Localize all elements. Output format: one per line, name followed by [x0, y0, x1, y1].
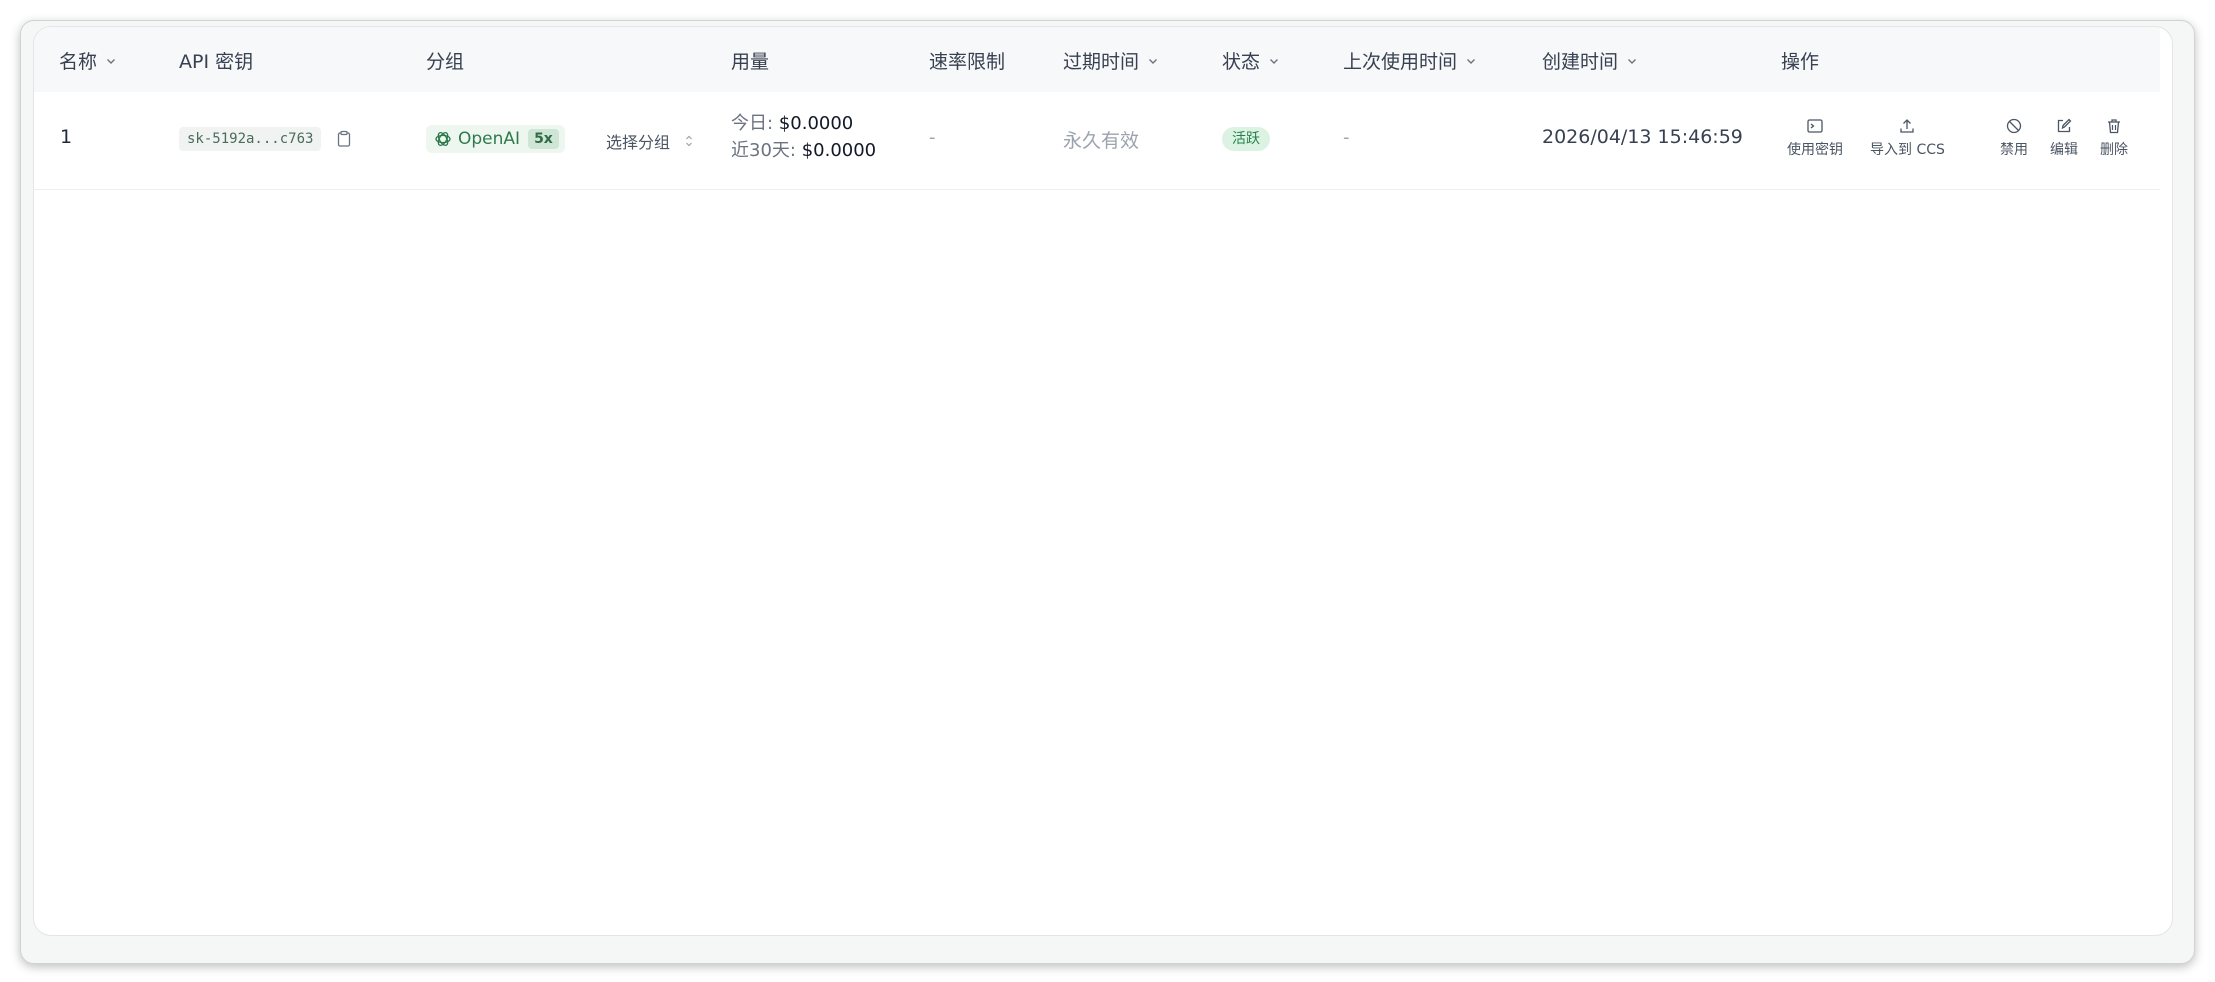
upload-icon	[1898, 117, 1916, 139]
use-key-label: 使用密钥	[1787, 142, 1843, 158]
usage-30d-label: 近30天:	[731, 140, 796, 161]
header-last-used[interactable]: 上次使用时间	[1343, 47, 1477, 74]
usage-30d-value: $0.0000	[801, 140, 877, 161]
delete-button[interactable]: 删除	[2100, 117, 2128, 159]
header-actions-label: 操作	[1781, 51, 1820, 73]
header-created-label: 创建时间	[1542, 51, 1619, 73]
openai-logo-icon	[434, 130, 452, 148]
group-chip: OpenAI 5x	[426, 125, 565, 153]
header-usage-label: 用量	[731, 51, 770, 73]
chevron-down-icon	[1147, 55, 1159, 67]
usage-today: 今日: $0.0000	[731, 110, 876, 137]
import-ccs-button[interactable]: 导入到 CCS	[1870, 117, 1945, 159]
table-header: 名称 API 密钥 分组 用量 速率限制 过期时间 状态 上次使用时间 创建时间…	[34, 27, 2160, 92]
header-rate-limit: 速率限制	[929, 47, 1005, 74]
last-used-value: -	[1343, 127, 1350, 148]
edit-button[interactable]: 编辑	[2050, 117, 2078, 159]
header-usage: 用量	[731, 47, 769, 74]
trash-icon	[2105, 117, 2123, 139]
usage-today-value: $0.0000	[778, 113, 854, 134]
header-name[interactable]: 名称	[59, 47, 117, 74]
table-row: 1 sk-5192a...c763 OpenAI 5x 选择分组 今日: $0.…	[34, 92, 2160, 190]
created-value: 2026/04/13 15:46:59	[1542, 126, 1743, 148]
import-ccs-label: 导入到 CCS	[1870, 142, 1945, 158]
api-key-value: sk-5192a...c763	[179, 127, 322, 151]
expires-value: 永久有效	[1063, 130, 1140, 152]
header-api-key: API 密钥	[179, 47, 253, 74]
header-last-used-label: 上次使用时间	[1343, 51, 1458, 73]
header-group-label: 分组	[426, 51, 465, 73]
header-expires[interactable]: 过期时间	[1063, 47, 1159, 74]
window-frame: 名称 API 密钥 分组 用量 速率限制 过期时间 状态 上次使用时间 创建时间…	[20, 20, 2195, 964]
usage-cell: 今日: $0.0000 近30天: $0.0000	[731, 110, 876, 164]
edit-icon	[2055, 117, 2073, 139]
chevron-down-icon	[1465, 55, 1477, 67]
header-rate-limit-label: 速率限制	[929, 51, 1006, 73]
disable-button[interactable]: 禁用	[2000, 117, 2028, 159]
rate-limit-value: -	[929, 127, 936, 148]
usage-today-label: 今日:	[731, 113, 774, 134]
terminal-icon	[1806, 117, 1824, 139]
api-keys-table-card: 名称 API 密钥 分组 用量 速率限制 过期时间 状态 上次使用时间 创建时间…	[33, 26, 2173, 936]
chevron-down-icon	[105, 55, 117, 67]
chevron-down-icon	[1268, 55, 1280, 67]
header-status-label: 状态	[1222, 51, 1261, 73]
header-actions: 操作	[1781, 47, 1819, 74]
header-created[interactable]: 创建时间	[1542, 47, 1638, 74]
usage-30d: 近30天: $0.0000	[731, 137, 876, 164]
select-group-label: 选择分组	[606, 133, 671, 152]
edit-label: 编辑	[2050, 142, 2078, 158]
key-name: 1	[60, 126, 73, 148]
header-expires-label: 过期时间	[1063, 51, 1140, 73]
updown-chevron-icon	[684, 134, 694, 148]
status-badge: 活跃	[1222, 127, 1270, 151]
group-multiplier-badge: 5x	[528, 129, 559, 149]
disable-label: 禁用	[2000, 142, 2028, 158]
select-group-dropdown[interactable]: 选择分组	[606, 129, 694, 153]
copy-key-button[interactable]	[336, 130, 352, 152]
header-status[interactable]: 状态	[1222, 47, 1280, 74]
header-name-label: 名称	[59, 51, 98, 73]
delete-label: 删除	[2100, 142, 2128, 158]
chevron-down-icon	[1626, 55, 1638, 67]
use-key-button[interactable]: 使用密钥	[1787, 117, 1843, 159]
header-group: 分组	[426, 47, 464, 74]
clipboard-icon	[336, 130, 352, 152]
group-name: OpenAI	[458, 129, 521, 149]
header-api-key-label: API 密钥	[179, 51, 254, 73]
ban-icon	[2005, 117, 2023, 139]
